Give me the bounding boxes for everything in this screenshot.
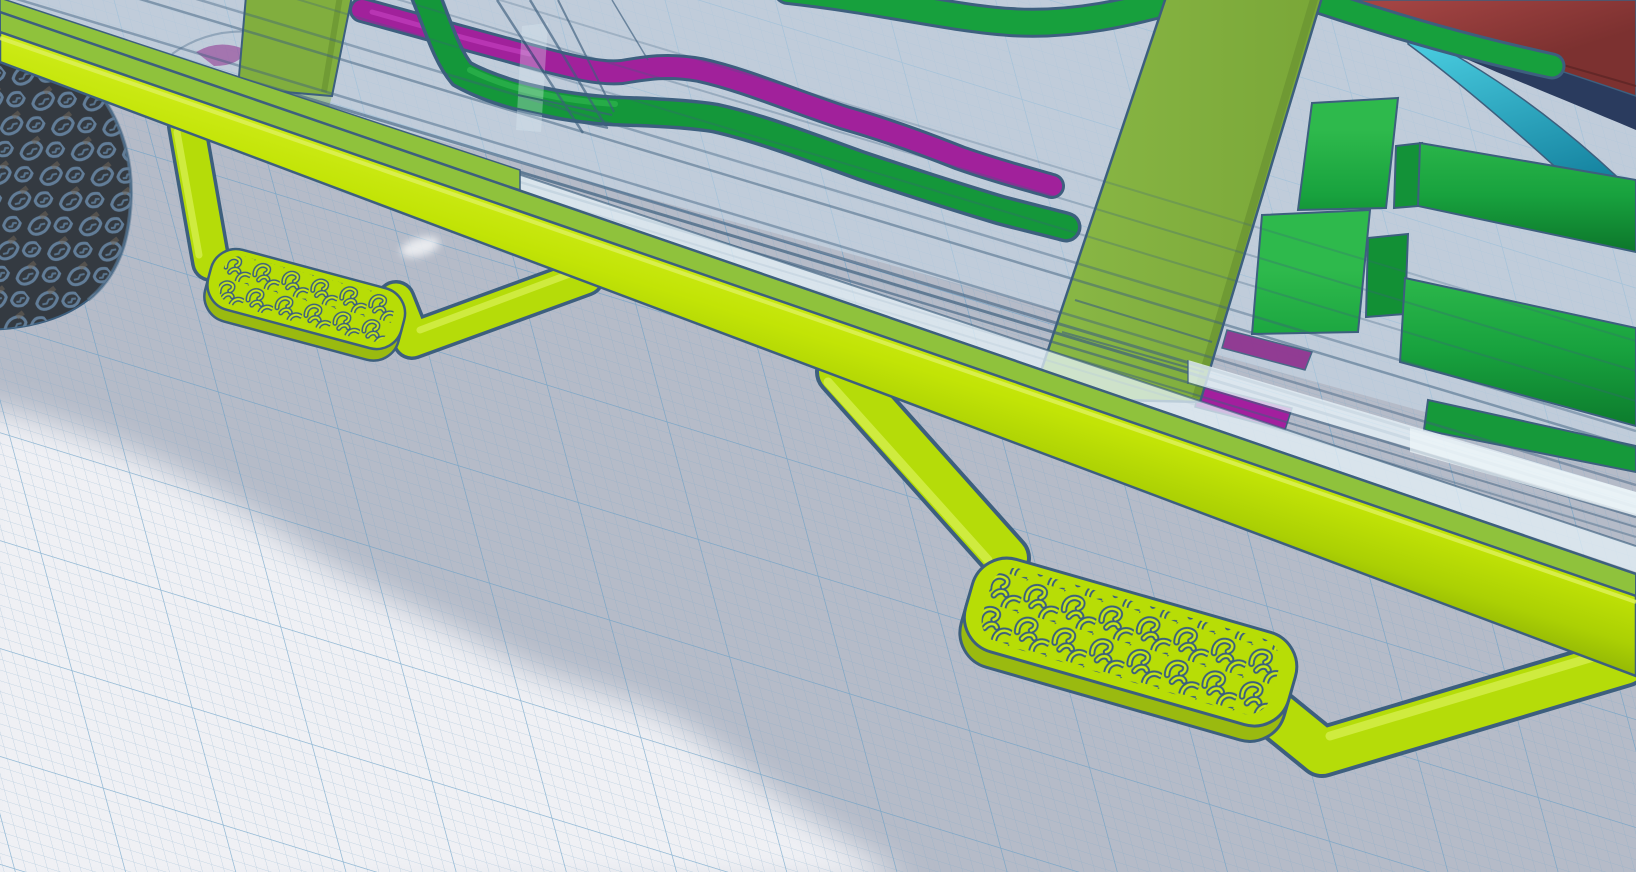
- cad-viewport[interactable]: [0, 0, 1636, 872]
- shaft-b-neck: [1364, 232, 1410, 319]
- scene-canvas: [0, 0, 1636, 872]
- shaft-a-block: [1296, 96, 1400, 212]
